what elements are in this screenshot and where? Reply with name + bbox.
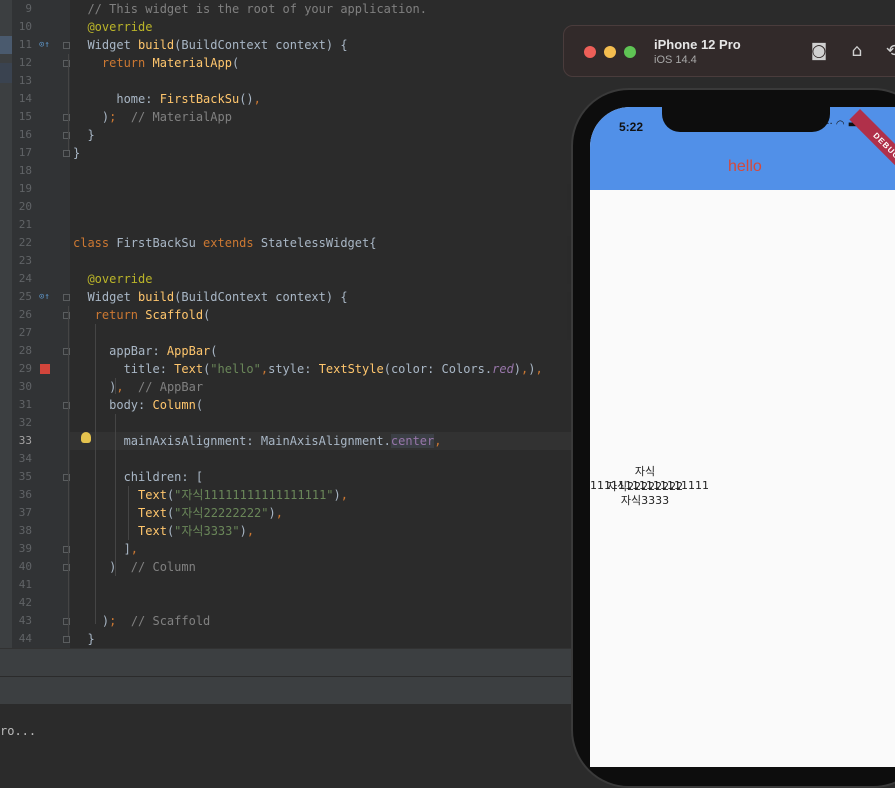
code-line[interactable]: Widget build(BuildContext context) {	[73, 288, 347, 306]
line-number[interactable]: 27	[12, 324, 32, 342]
rotate-icon[interactable]: ⟲	[882, 40, 895, 62]
code-line[interactable]: @override	[73, 18, 152, 36]
fold-toggle-icon[interactable]	[63, 636, 70, 643]
line-number[interactable]: 20	[12, 198, 32, 216]
code-line[interactable]: }	[73, 144, 80, 162]
indent-guide	[95, 324, 96, 624]
line-number[interactable]: 23	[12, 252, 32, 270]
line-number[interactable]: 35	[12, 468, 32, 486]
code-line[interactable]: @override	[73, 270, 152, 288]
phone-screen[interactable]: 5:22 ···· ◠ ▬ hello DEBUG 자식111111111111…	[590, 107, 895, 767]
line-number[interactable]: 29	[12, 360, 32, 378]
code-line[interactable]: body: Column(	[73, 396, 203, 414]
line-number[interactable]: 11	[12, 36, 32, 54]
status-time: 5:22	[619, 120, 644, 134]
line-number[interactable]: 34	[12, 450, 32, 468]
line-number[interactable]: 37	[12, 504, 32, 522]
simulator-titlebar[interactable]: iPhone 12 Pro iOS 14.4 ◙ ⌂ ⟲	[563, 25, 895, 77]
line-number[interactable]: 41	[12, 576, 32, 594]
code-line[interactable]: Text("자식3333"),	[73, 522, 254, 540]
line-number[interactable]: 22	[12, 234, 32, 252]
minimize-window-button[interactable]	[604, 46, 616, 58]
strip-highlight	[0, 36, 12, 54]
screenshot-icon[interactable]: ◙	[808, 40, 830, 62]
code-line[interactable]: ), // AppBar	[73, 378, 203, 396]
code-line[interactable]: title: Text("hello",style: TextStyle(col…	[73, 360, 543, 378]
line-number[interactable]: 16	[12, 126, 32, 144]
column-text-2: 자식22222222	[606, 480, 684, 493]
app-bar-title: hello	[728, 158, 762, 175]
fold-toggle-icon[interactable]	[63, 150, 70, 157]
line-number[interactable]: 15	[12, 108, 32, 126]
override-gutter-icon[interactable]: ⊙↑	[39, 36, 50, 54]
line-number[interactable]: 24	[12, 270, 32, 288]
column-text-3: 자식3333	[620, 494, 670, 507]
line-number[interactable]: 17	[12, 144, 32, 162]
code-line[interactable]: Text("자식22222222"),	[73, 504, 283, 522]
code-line[interactable]: ],	[73, 540, 138, 558]
code-line[interactable]: // This widget is the root of your appli…	[73, 0, 427, 18]
code-line[interactable]: children: [	[73, 468, 203, 486]
indent-guide	[68, 54, 69, 150]
code-line[interactable]: }	[73, 126, 94, 144]
device-name: iPhone 12 Pro	[654, 37, 741, 52]
code-line[interactable]: return MaterialApp(	[73, 54, 239, 72]
override-gutter-icon[interactable]: ⊙↑	[39, 288, 50, 306]
indent-guide	[115, 414, 116, 576]
line-number[interactable]: 25	[12, 288, 32, 306]
code-line[interactable]: ) // Column	[73, 558, 196, 576]
line-number[interactable]: 12	[12, 54, 32, 72]
notch	[662, 107, 830, 132]
lightbulb-icon[interactable]	[81, 432, 91, 443]
code-line[interactable]: return Scaffold(	[73, 306, 211, 324]
code-line[interactable]: ); // Scaffold	[73, 612, 210, 630]
code-line[interactable]: Widget build(BuildContext context) {	[73, 36, 347, 54]
line-number[interactable]: 18	[12, 162, 32, 180]
indent-guide	[115, 378, 116, 394]
home-icon[interactable]: ⌂	[846, 40, 868, 62]
fold-toggle-icon[interactable]	[63, 294, 70, 301]
line-number[interactable]: 10	[12, 18, 32, 36]
line-number[interactable]: 36	[12, 486, 32, 504]
close-window-button[interactable]	[584, 46, 596, 58]
code-line[interactable]: ); // MaterialApp	[73, 108, 232, 126]
code-line[interactable]: class FirstBackSu extends StatelessWidge…	[73, 234, 376, 252]
line-number[interactable]: 30	[12, 378, 32, 396]
strip-highlight	[0, 63, 12, 83]
zoom-window-button[interactable]	[624, 46, 636, 58]
line-number[interactable]: 38	[12, 522, 32, 540]
indent-guide	[68, 306, 69, 636]
code-line[interactable]: }	[73, 630, 94, 648]
line-number[interactable]: 13	[12, 72, 32, 90]
line-number[interactable]: 40	[12, 558, 32, 576]
line-number[interactable]: 31	[12, 396, 32, 414]
line-number[interactable]: 21	[12, 216, 32, 234]
line-number[interactable]: 43	[12, 612, 32, 630]
line-number[interactable]: 42	[12, 594, 32, 612]
line-number[interactable]: 28	[12, 342, 32, 360]
line-number[interactable]: 39	[12, 540, 32, 558]
line-number[interactable]: 9	[12, 0, 32, 18]
line-number[interactable]: 44	[12, 630, 32, 648]
breakpoint-icon[interactable]	[40, 364, 50, 374]
line-number[interactable]: 33	[12, 432, 32, 450]
line-number[interactable]: 26	[12, 306, 32, 324]
fold-toggle-icon[interactable]	[63, 42, 70, 49]
code-line[interactable]: mainAxisAlignment: MainAxisAlignment.cen…	[73, 432, 441, 450]
os-version: iOS 14.4	[654, 54, 697, 66]
console-text: ro...	[0, 724, 37, 738]
indent-guide	[128, 486, 129, 540]
line-number[interactable]: 14	[12, 90, 32, 108]
code-line[interactable]: home: FirstBackSu(),	[73, 90, 261, 108]
line-number[interactable]: 19	[12, 180, 32, 198]
tool-window-strip	[0, 0, 12, 648]
line-number[interactable]: 32	[12, 414, 32, 432]
